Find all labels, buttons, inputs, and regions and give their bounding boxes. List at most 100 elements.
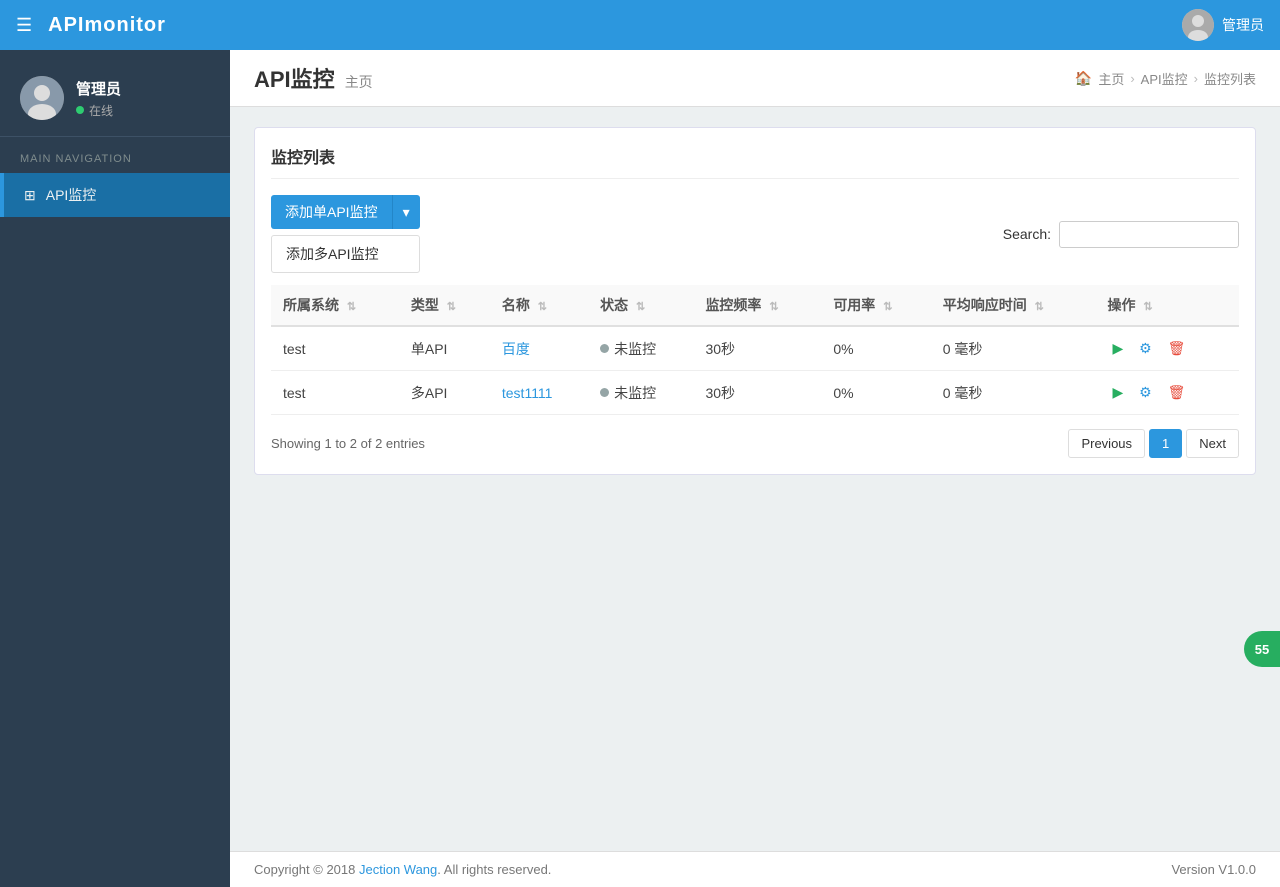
top-navbar: ☰ APImonitor 管理员: [0, 0, 1280, 50]
name-link-0[interactable]: 百度: [502, 341, 530, 357]
cell-frequency-0: 30秒: [693, 326, 821, 371]
search-area: Search:: [1003, 221, 1239, 248]
breadcrumb: 🏠 主页 › API监控 › 监控列表: [1075, 69, 1256, 88]
user-status: 在线: [76, 102, 121, 119]
add-single-api-button[interactable]: 添加单API监控: [271, 195, 392, 229]
add-multi-api-item[interactable]: 添加多API监控: [272, 236, 419, 272]
breadcrumb-api-monitor[interactable]: API监控: [1141, 69, 1188, 88]
settings-button-0[interactable]: ⚙: [1134, 337, 1157, 360]
user-profile: 管理员 在线: [0, 60, 230, 137]
breadcrumb-home[interactable]: 主页: [1098, 69, 1124, 88]
sort-icon-availability: ⇅: [883, 301, 892, 313]
breadcrumb-monitor-list: 监控列表: [1204, 69, 1256, 88]
add-buttons-group: 添加单API监控 ▾ 添加多API监控: [271, 195, 420, 273]
search-input[interactable]: [1059, 221, 1239, 248]
cell-status-1: 未监控: [588, 371, 693, 415]
cell-system-1: test: [271, 371, 399, 415]
page-subtitle: 主页: [345, 72, 373, 92]
sort-icon-status: ⇅: [636, 301, 645, 313]
toolbar: 添加单API监控 ▾ 添加多API监控 Search:: [271, 195, 1239, 273]
sidebar-item-api-monitor[interactable]: ⊞ API监控: [0, 173, 230, 217]
footer: Copyright © 2018 Jection Wang. All right…: [230, 851, 1280, 887]
footer-version: Version V1.0.0: [1171, 862, 1256, 877]
table-row: test 多API test1111 未监控 30秒 0% 0 毫秒 ▶ ⚙ 🗑: [271, 371, 1239, 415]
previous-button[interactable]: Previous: [1068, 429, 1145, 458]
status-dot-0: [600, 344, 609, 353]
sort-icon-type: ⇅: [447, 301, 456, 313]
admin-avatar: [1182, 9, 1214, 41]
cell-type-1: 多API: [399, 371, 490, 415]
cell-actions-1: ▶ ⚙ 🗑: [1096, 371, 1240, 415]
col-actions: 操作 ⇅: [1096, 285, 1240, 326]
pagination: Previous 1 Next: [1068, 429, 1239, 458]
content-area: API监控 主页 🏠 主页 › API监控 › 监控列表 监控列表: [230, 50, 1280, 887]
table-header: 所属系统 ⇅ 类型 ⇅ 名称 ⇅: [271, 285, 1239, 326]
sort-icon-system: ⇅: [347, 301, 356, 313]
col-name[interactable]: 名称 ⇅: [490, 285, 588, 326]
nav-section-title: MAIN NAVIGATION: [0, 137, 230, 173]
name-link-1[interactable]: test1111: [502, 385, 553, 401]
col-status[interactable]: 状态 ⇅: [588, 285, 693, 326]
user-status-label: 在线: [89, 102, 113, 119]
status-online-dot: [76, 106, 84, 114]
sort-icon-avg-response: ⇅: [1035, 301, 1044, 313]
cell-system-0: test: [271, 326, 399, 371]
monitor-panel: 监控列表 添加单API监控 ▾ 添加多API监控: [254, 127, 1256, 475]
delete-button-1[interactable]: 🗑: [1163, 381, 1191, 404]
table-row: test 单API 百度 未监控 30秒 0% 0 毫秒 ▶ ⚙ 🗑: [271, 326, 1239, 371]
status-text-1: 未监控: [614, 383, 656, 403]
toolbar-left: 添加单API监控 ▾ 添加多API监控: [271, 195, 420, 273]
col-type[interactable]: 类型 ⇅: [399, 285, 490, 326]
status-badge-0: 未监控: [600, 339, 681, 359]
navbar-left: ☰ APImonitor: [16, 14, 166, 37]
next-button[interactable]: Next: [1186, 429, 1239, 458]
cell-availability-0: 0%: [821, 326, 930, 371]
page-title-group: API监控 主页: [254, 62, 373, 94]
cell-name-0[interactable]: 百度: [490, 326, 588, 371]
home-icon: 🏠: [1075, 70, 1092, 87]
footer-copyright: Copyright © 2018 Jection Wang. All right…: [254, 862, 551, 877]
footer-rights: . All rights reserved.: [437, 862, 551, 877]
pagination-info: Showing 1 to 2 of 2 entries: [271, 436, 425, 451]
page-1-button[interactable]: 1: [1149, 429, 1182, 458]
play-button-1[interactable]: ▶: [1108, 381, 1129, 404]
user-name: 管理员: [76, 78, 121, 99]
col-availability[interactable]: 可用率 ⇅: [821, 285, 930, 326]
cell-name-1[interactable]: test1111: [490, 371, 588, 415]
pagination-area: Showing 1 to 2 of 2 entries Previous 1 N…: [271, 429, 1239, 458]
user-avatar: [20, 76, 64, 120]
status-text-0: 未监控: [614, 339, 656, 359]
cell-status-0: 未监控: [588, 326, 693, 371]
sort-icon-actions: ⇅: [1143, 301, 1152, 313]
col-system[interactable]: 所属系统 ⇅: [271, 285, 399, 326]
sort-icon-frequency: ⇅: [769, 301, 778, 313]
cell-actions-0: ▶ ⚙ 🗑: [1096, 326, 1240, 371]
footer-author-link[interactable]: Jection Wang: [359, 862, 437, 877]
col-frequency[interactable]: 监控频率 ⇅: [693, 285, 821, 326]
admin-name: 管理员: [1222, 15, 1264, 35]
settings-button-1[interactable]: ⚙: [1134, 381, 1157, 404]
sidebar: 管理员 在线 MAIN NAVIGATION ⊞ API监控: [0, 50, 230, 887]
col-avg-response[interactable]: 平均响应时间 ⇅: [931, 285, 1096, 326]
main-layout: 管理员 在线 MAIN NAVIGATION ⊞ API监控 API监控 主页 …: [0, 50, 1280, 887]
page-title: API监控: [254, 62, 335, 94]
hamburger-icon[interactable]: ☰: [16, 15, 32, 36]
play-button-0[interactable]: ▶: [1108, 337, 1129, 360]
delete-button-0[interactable]: 🗑: [1163, 337, 1191, 360]
cell-type-0: 单API: [399, 326, 490, 371]
app-title: APImonitor: [48, 14, 166, 37]
cell-avg-response-0: 0 毫秒: [931, 326, 1096, 371]
cell-frequency-1: 30秒: [693, 371, 821, 415]
cell-availability-1: 0%: [821, 371, 930, 415]
navbar-right: 管理员: [1182, 9, 1264, 41]
grid-icon: ⊞: [24, 187, 36, 204]
cell-avg-response-1: 0 毫秒: [931, 371, 1096, 415]
footer-copyright-text: Copyright © 2018: [254, 862, 359, 877]
dropdown-menu: 添加多API监控: [271, 235, 420, 273]
table-body: test 单API 百度 未监控 30秒 0% 0 毫秒 ▶ ⚙ 🗑 test …: [271, 326, 1239, 415]
status-badge-1: 未监控: [600, 383, 681, 403]
page-header: API监控 主页 🏠 主页 › API监控 › 监控列表: [230, 50, 1280, 107]
search-label: Search:: [1003, 226, 1051, 242]
float-badge[interactable]: 55: [1244, 631, 1280, 667]
dropdown-toggle-button[interactable]: ▾: [392, 195, 420, 229]
